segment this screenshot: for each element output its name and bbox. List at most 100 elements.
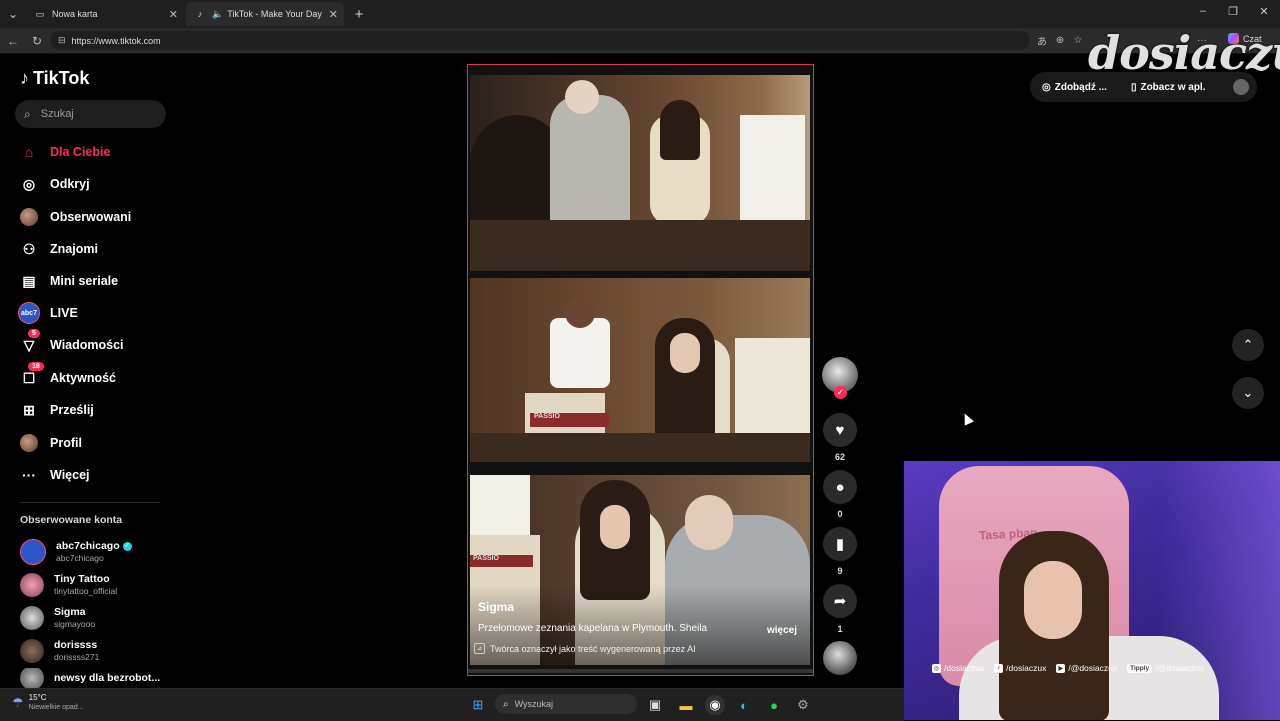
back-arrow-icon[interactable]: ←	[5, 33, 21, 49]
chevron-down-icon: ⌄	[1242, 385, 1254, 400]
avatar[interactable]	[1233, 79, 1249, 95]
social-label: /@dosiaczux	[1155, 663, 1204, 673]
edge-browser-icon[interactable]: ◐	[734, 695, 754, 715]
weather-text: Niewielkie opad...	[28, 704, 84, 711]
tab-tiktok[interactable]: ♪ 🔈 TikTok - Make Your Day ✕	[186, 2, 344, 26]
social-label: /dosiaczux	[944, 663, 985, 673]
next-video-button[interactable]: ⌄	[1232, 377, 1264, 409]
spotify-icon[interactable]: ●	[764, 695, 784, 715]
logo-text: TikTok	[33, 68, 90, 88]
account-item[interactable]: newsy dla bezrobot...	[20, 668, 170, 688]
account-item[interactable]: dorissss dorissss271	[20, 635, 170, 667]
tiktok-icon: ♪	[994, 663, 1004, 673]
nav-label: Wiadomości	[50, 338, 124, 352]
tiktok-logo[interactable]: ♪ TikTok	[20, 68, 89, 89]
activity-badge: 18	[28, 362, 44, 371]
more-link[interactable]: więcej	[767, 625, 797, 636]
tab-new-tab[interactable]: ▭ Nowa karta ✕	[26, 2, 184, 26]
translate-icon[interactable]: あ	[1034, 33, 1050, 48]
bookmark-icon: ▮	[835, 536, 845, 553]
music-disc-icon[interactable]	[823, 641, 857, 675]
save-button[interactable]: ▮	[823, 527, 857, 561]
nav-label: Profil	[50, 436, 82, 450]
ai-generated-label: ⊿ Twórca oznaczył jako treść wygenerowan…	[474, 643, 696, 654]
nav-mini-series[interactable]: ▤ Mini seriale	[18, 269, 168, 293]
reload-icon[interactable]: ↻	[29, 33, 45, 49]
tab-label: Nowa karta	[52, 9, 98, 19]
video-author[interactable]: Sigma	[478, 600, 514, 614]
nav-for-you[interactable]: ⌂ Dla Ciebie	[18, 140, 168, 164]
nav-explore[interactable]: ◎ Odkryj	[18, 172, 168, 196]
nav-activity[interactable]: ☐ 18 Aktywność	[18, 362, 168, 390]
nav-more[interactable]: ··· Więcej	[18, 463, 168, 487]
favorite-star-icon[interactable]: ☆	[1070, 33, 1086, 47]
windows-start-icon[interactable]: ⊞	[468, 695, 488, 715]
account-item[interactable]: abc7chicago ✓ abc7chicago	[20, 536, 170, 568]
video-progress-bar[interactable]	[468, 669, 813, 673]
account-username: dorissss271	[54, 652, 100, 662]
weather-widget[interactable]: ☂ 15°C Niewielkie opad...	[12, 693, 84, 713]
account-item[interactable]: Sigma sigmayooo	[20, 602, 170, 634]
video-player[interactable]: PASSIO PASSIO Sigma Przełomowe zeznania …	[467, 64, 814, 676]
share-arrow-icon: ➦	[833, 593, 847, 610]
tiktok-favicon-icon: ♪	[197, 9, 203, 19]
get-coins-button[interactable]: ◎ Zdobądź ...	[1030, 82, 1119, 93]
comment-icon: ●	[835, 478, 845, 496]
close-tab-icon[interactable]: ✕	[329, 8, 338, 21]
tab-list-chevron-icon[interactable]: ⌄	[4, 5, 22, 23]
minimize-icon[interactable]: –	[1192, 5, 1214, 17]
settings-gear-icon[interactable]: ⚙	[793, 695, 813, 715]
live-icon: abc7	[18, 302, 40, 324]
nav-friends[interactable]: ⚇ Znajomi	[18, 237, 168, 261]
nav-label: Więcej	[50, 468, 90, 482]
speaker-icon[interactable]: 🔈	[212, 9, 223, 20]
search-input[interactable]	[38, 107, 143, 121]
comment-button[interactable]: ●	[823, 470, 857, 504]
tipply-badge: Tipply	[1127, 663, 1153, 673]
compass-icon: ◎	[22, 175, 36, 192]
url-field[interactable]: ⊟ https://www.tiktok.com	[50, 31, 1030, 50]
film-icon: ▤	[22, 272, 36, 289]
url-text: https://www.tiktok.com	[71, 35, 161, 46]
messages-badge: 5	[28, 329, 40, 338]
court-sign-text: PASSIO	[530, 413, 609, 427]
youtube-icon: ▶	[1056, 663, 1066, 673]
more-icon: ···	[22, 467, 36, 483]
like-button[interactable]: ♥	[823, 413, 857, 447]
obs-icon[interactable]: ◉	[705, 695, 725, 715]
instagram-icon: ◎	[932, 663, 941, 673]
video-frame-3: PASSIO	[470, 475, 810, 665]
account-username: tinytattoo_official	[54, 586, 118, 596]
coin-icon: ◎	[1042, 81, 1051, 93]
nav-following[interactable]: Obserwowani	[18, 205, 168, 229]
zoom-icon[interactable]: ⊕	[1052, 33, 1068, 47]
account-username: abc7chicago	[56, 553, 104, 563]
restore-icon[interactable]: ❐	[1222, 5, 1244, 18]
nav-messages[interactable]: ▽ 5 Wiadomości	[18, 329, 168, 357]
new-tab-plus-icon[interactable]: +	[350, 5, 368, 23]
nav-upload[interactable]: ⊞ Prześlij	[18, 398, 168, 422]
share-button[interactable]: ➦	[823, 584, 857, 618]
task-view-icon[interactable]: ▣	[645, 695, 665, 715]
file-explorer-icon[interactable]: ▬	[676, 695, 696, 715]
open-app-button[interactable]: ▯ Zobacz w apl.	[1119, 82, 1218, 93]
avatar	[20, 606, 44, 630]
site-info-icon[interactable]: ⊟	[58, 35, 66, 46]
taskbar-search[interactable]: ⌕ Wyszukaj	[495, 694, 637, 714]
nav-profile[interactable]: Profil	[18, 431, 168, 455]
webcam-overlay: Tasa pban ◎/dosiaczux ♪/dosiaczux ▶/@dos…	[904, 461, 1280, 720]
nav-live[interactable]: abc7 LIVE	[18, 301, 168, 325]
account-name: newsy dla bezrobot...	[54, 672, 161, 684]
social-label: /dosiaczux	[1006, 663, 1047, 673]
close-window-icon[interactable]: ✕	[1253, 5, 1275, 18]
follow-check-icon[interactable]: ✓	[834, 386, 847, 399]
close-tab-icon[interactable]: ✕	[169, 8, 178, 21]
nav-label: Prześlij	[50, 403, 94, 417]
search-box[interactable]: ⌕	[15, 100, 166, 128]
account-item[interactable]: Tiny Tattoo tinytattoo_official	[20, 569, 170, 601]
verified-icon: ✓	[122, 541, 132, 551]
previous-video-button[interactable]: ⌃	[1232, 329, 1264, 361]
social-links: ◎/dosiaczux ♪/dosiaczux ▶/@dosiaczux Tip…	[932, 663, 1204, 673]
search-icon: ⌕	[503, 698, 509, 710]
upload-icon: ⊞	[23, 401, 35, 418]
